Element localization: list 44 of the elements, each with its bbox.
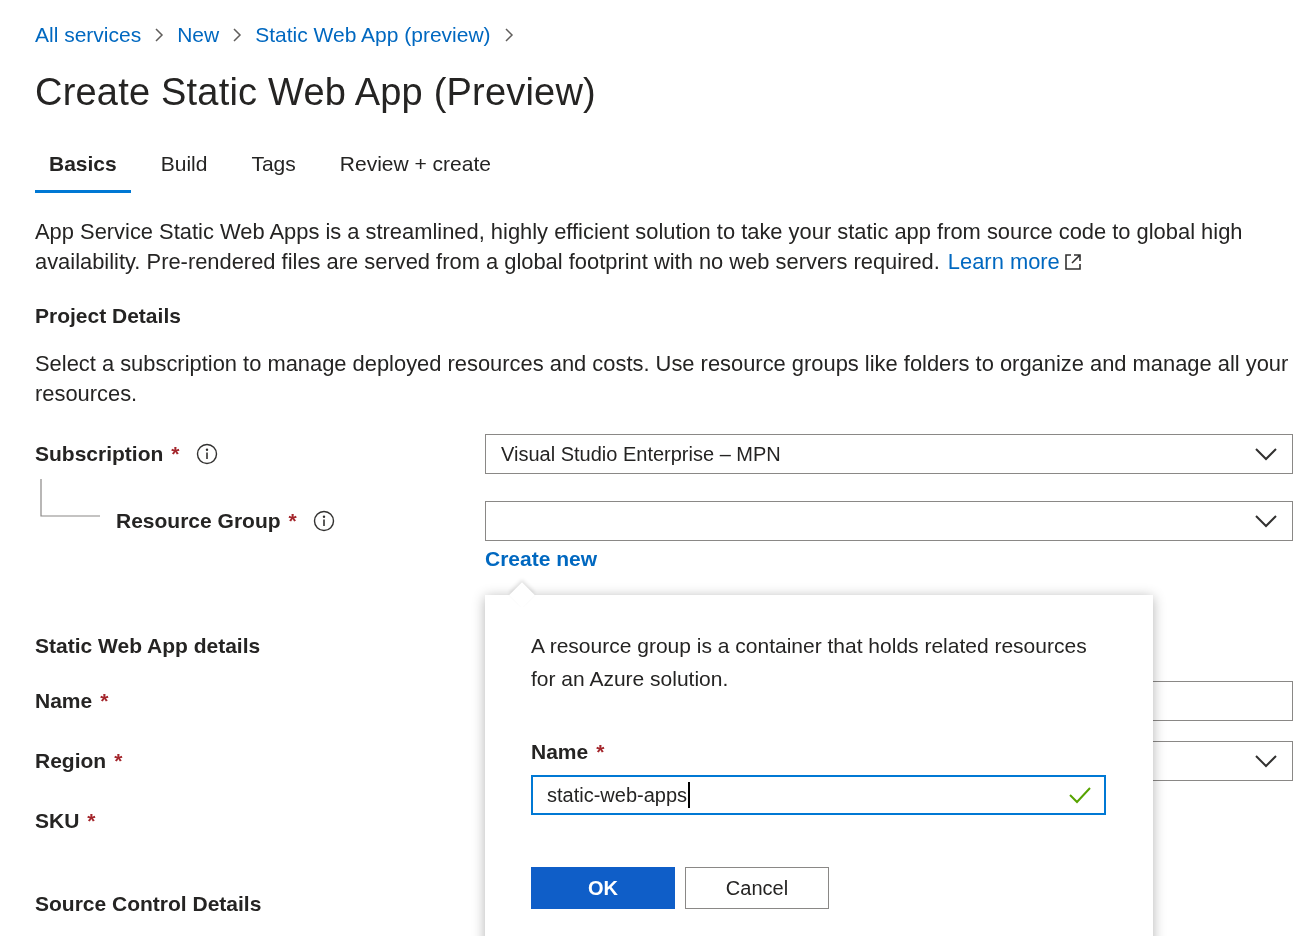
field-label: Name [531,740,589,764]
external-link-icon [1063,253,1082,271]
field-label: Resource Group [116,509,281,533]
tab[interactable]: Build [146,144,222,193]
cancel-button[interactable]: Cancel [685,867,829,909]
dropdown-field[interactable] [485,501,1293,541]
field-label: Subscription [35,442,164,466]
ok-button[interactable]: OK [531,867,675,909]
chevron-down-icon [1254,447,1278,461]
chevron-right-icon [153,27,166,43]
chevron-down-icon [1254,514,1278,528]
field-label: Name [35,689,93,713]
tree-connector-line [40,479,100,517]
required-mark: * [87,809,96,833]
tab[interactable]: Review + create [325,144,505,193]
breadcrumb-link[interactable]: Static Web App (preview) [255,23,491,47]
section-heading: Project Details [35,303,181,329]
description-text: App Service Static Web Apps is a streamlined, highly efficient solution to take your static app from source code to global high availability. Pre-rendered files are served from a global footprint with no web servers required. Learn more [35,218,1244,276]
required-mark: * [171,442,180,466]
required-mark: * [114,749,123,773]
chevron-right-icon [231,27,244,43]
info-icon[interactable] [195,443,218,465]
tab[interactable]: Tags [237,144,310,193]
section-heading: Source Control Details [35,891,262,917]
required-mark: * [100,689,109,713]
required-mark: * [596,740,605,764]
page-title: Create Static Web App (Preview) [35,70,597,115]
breadcrumb-link[interactable]: All services [35,23,142,47]
required-mark: * [288,509,297,533]
popup-description: A resource group is a container that holds related resources for an Azure solution. [531,633,1088,692]
info-icon[interactable] [312,510,335,532]
section-heading: Static Web App details [35,633,261,659]
text-cursor [688,782,690,808]
chevron-down-icon [1254,754,1278,768]
create-new-link[interactable]: Create new [485,547,598,571]
name-input-field[interactable]: static-web-apps [531,775,1106,815]
tab[interactable]: Basics [35,144,131,193]
chevron-right-icon [502,27,515,43]
breadcrumb-link[interactable]: New [177,23,220,47]
learn-more-link[interactable]: Learn more [947,249,1082,274]
section-description: Select a subscription to manage deployed resources and costs. Use resource groups like folders to organize and manage all your resources. [35,350,1290,408]
field-label: SKU [35,809,80,833]
dropdown-field[interactable]: Visual Studio Enterprise – MPN [485,434,1293,474]
field-label: Region [35,749,107,773]
